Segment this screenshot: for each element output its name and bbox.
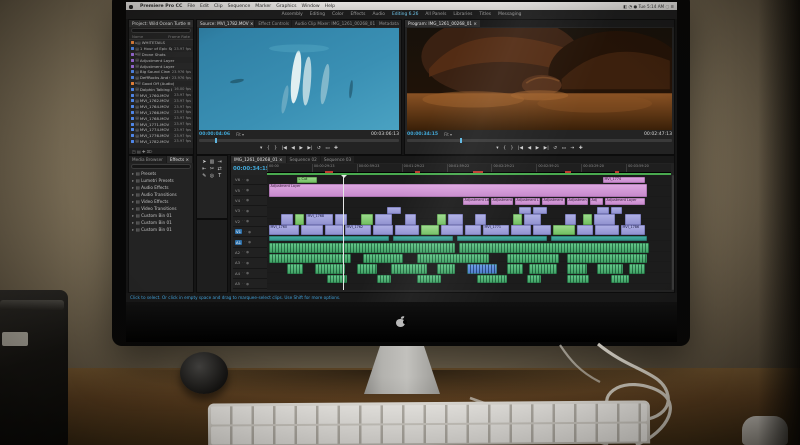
photo-scene: Premiere Pro CCFileEditClipSequenceMarke… — [0, 0, 800, 445]
right-edge-shadow — [758, 0, 800, 445]
apple-keyboard — [208, 400, 650, 445]
white-cables — [0, 0, 800, 445]
